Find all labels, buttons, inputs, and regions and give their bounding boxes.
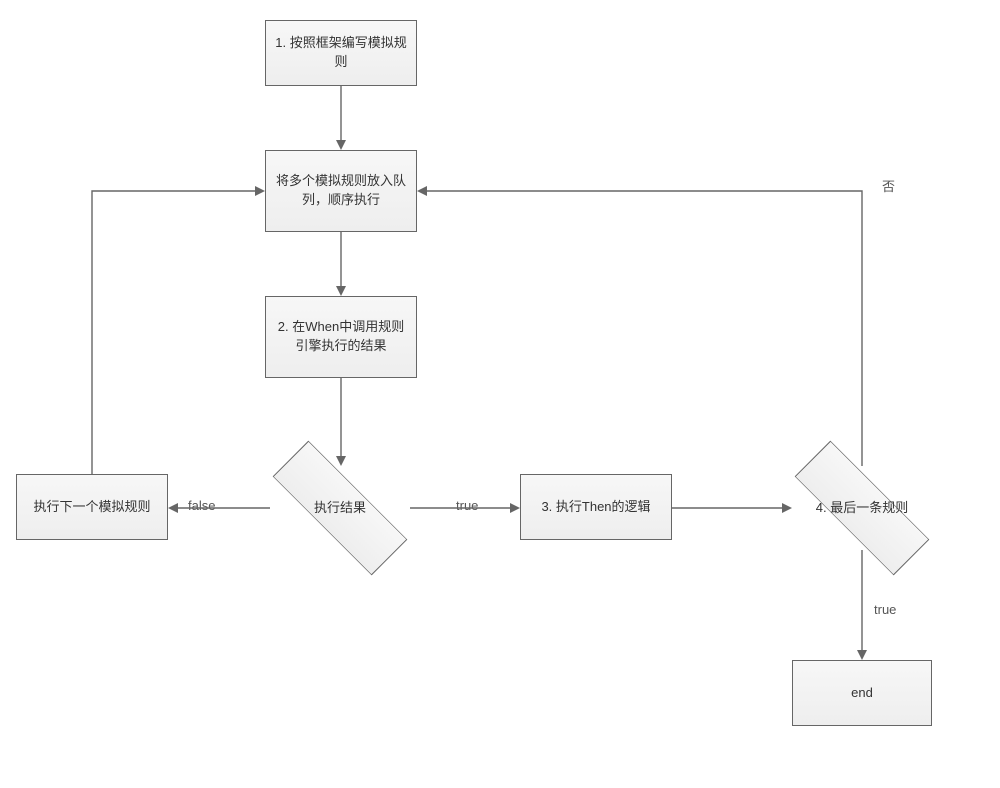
edge-no-label: 否 bbox=[882, 176, 895, 195]
node-queue: 将多个模拟规则放入队列，顺序执行 bbox=[265, 150, 417, 232]
decision-result: 执行结果 bbox=[270, 466, 410, 550]
node-step2: 2. 在When中调用规则引擎执行的结果 bbox=[265, 296, 417, 378]
node-queue-label: 将多个模拟规则放入队列，顺序执行 bbox=[274, 172, 408, 210]
node-step3: 3. 执行Then的逻辑 bbox=[520, 474, 672, 540]
decision-result-label: 执行结果 bbox=[270, 466, 410, 550]
node-end-label: end bbox=[851, 684, 873, 703]
edge-true2-label: true bbox=[874, 602, 896, 617]
flowchart-canvas: 1. 按照框架编写模拟规则 将多个模拟规则放入队列，顺序执行 2. 在When中… bbox=[0, 0, 1000, 788]
node-step3-label: 3. 执行Then的逻辑 bbox=[541, 498, 650, 517]
edge-false-label: false bbox=[188, 498, 215, 513]
node-step1-label: 1. 按照框架编写模拟规则 bbox=[274, 34, 408, 72]
node-end: end bbox=[792, 660, 932, 726]
node-step1: 1. 按照框架编写模拟规则 bbox=[265, 20, 417, 86]
decision-last: 4. 最后一条规则 bbox=[792, 466, 932, 550]
edge-true-label: true bbox=[456, 498, 478, 513]
node-step2-label: 2. 在When中调用规则引擎执行的结果 bbox=[274, 318, 408, 356]
node-next: 执行下一个模拟规则 bbox=[16, 474, 168, 540]
node-next-label: 执行下一个模拟规则 bbox=[33, 498, 150, 517]
decision-last-label: 4. 最后一条规则 bbox=[792, 466, 932, 550]
